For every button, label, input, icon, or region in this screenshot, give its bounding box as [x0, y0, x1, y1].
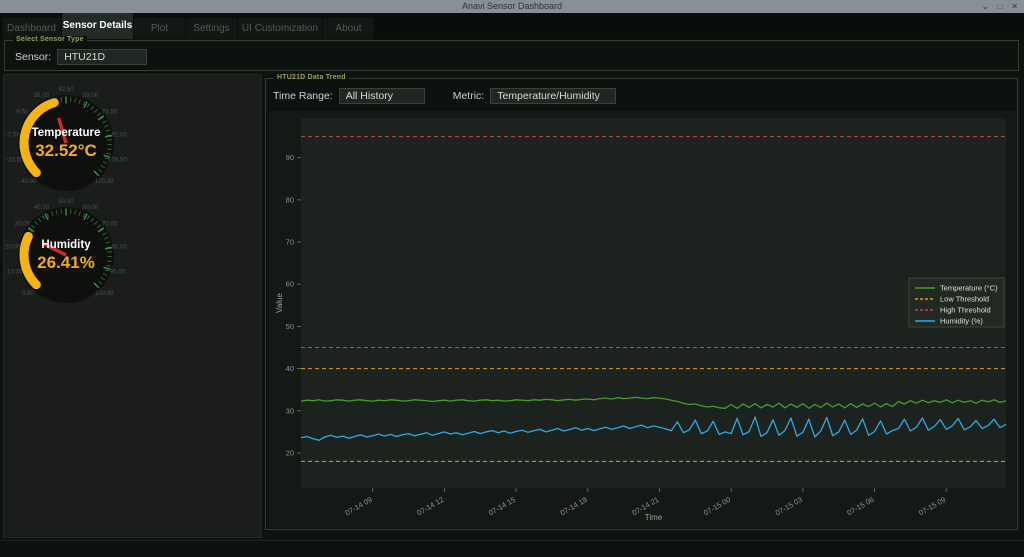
y-tick-label: 40 — [286, 364, 294, 373]
legend-label: High Threshold — [940, 306, 991, 315]
close-icon[interactable]: ✕ — [1011, 0, 1018, 13]
temperature-gauge: -40.00 -23.50 -7.00 9.50 26.00 42.50 59.00 75.5… — [4, 87, 128, 203]
metric-label: Metric: — [453, 90, 485, 102]
y-tick-label: 70 — [286, 238, 294, 247]
y-tick-label: 20 — [286, 448, 294, 457]
gauge-scale-label: 0.00 — [22, 290, 35, 297]
gauge-scale-label: -40.00 — [19, 178, 37, 185]
gauge-scale-label: 30.00 — [15, 220, 31, 227]
gauge-value: 32.52°C — [35, 141, 97, 160]
x-tick-label: 07-15 09 — [917, 495, 947, 518]
gauge-scale-label: -23.50 — [6, 157, 24, 164]
gauge-title: Temperature — [32, 127, 101, 139]
trend-chart: 20 30 40 50 60 70 80 90 Value 07-14 09 07-14 12 07-… — [269, 111, 1016, 528]
x-tick-label: 07-14 15 — [487, 495, 517, 518]
data-trend-title: HTU21D Data Trend — [274, 74, 349, 81]
window-titlebar: Anavi Sensor Dashboard ⌄ □ ✕ — [0, 0, 1024, 13]
minimize-icon[interactable]: ⌄ — [982, 0, 989, 13]
gauge-scale-label: 125.00 — [95, 178, 114, 185]
y-tick-label: 50 — [286, 322, 294, 331]
sensor-select[interactable]: HTU21D — [57, 49, 147, 65]
gauge-scale-label: 90.00 — [110, 269, 126, 276]
x-tick-label: 07-14 12 — [415, 495, 445, 518]
x-tick-label: 07-14 18 — [559, 495, 589, 518]
time-range-label: Time Range: — [273, 90, 333, 102]
metric-select[interactable]: Temperature/Humidity — [490, 88, 616, 104]
plot-area — [301, 118, 1006, 488]
gauge-scale-label: 80.00 — [112, 244, 128, 251]
bottom-strip — [0, 540, 1024, 557]
data-trend-group: HTU21D Data Trend Time Range: All Histor… — [265, 78, 1018, 530]
gauge-scale-label: 50.00 — [58, 198, 74, 205]
gauge-title: Humidity — [41, 239, 91, 251]
tab-bar: DashboardSensor DetailsPlotSettingsUI Cu… — [0, 13, 1024, 39]
legend-label: Humidity (%) — [940, 317, 983, 326]
humidity-gauge: 0.00 10.00 20.00 30.00 40.00 50.00 60.00 70.00 8… — [4, 199, 128, 315]
tab-plot[interactable]: Plot — [134, 18, 186, 39]
gauge-scale-label: -7.00 — [6, 132, 21, 139]
y-tick-label: 60 — [286, 280, 294, 289]
window-title: Anavi Sensor Dashboard — [0, 0, 1024, 13]
gauge-scale-label: 26.00 — [34, 92, 50, 99]
gauge-scale-label: 20.00 — [5, 244, 21, 251]
gauges-panel: -40.00 -23.50 -7.00 9.50 26.00 42.50 59.00 75.5… — [3, 74, 262, 538]
x-tick-label: 07-15 03 — [774, 495, 804, 518]
time-range-select[interactable]: All History — [339, 88, 425, 104]
legend-label: Low Threshold — [940, 295, 989, 304]
tab-about[interactable]: About — [323, 18, 375, 39]
y-axis-label: Value — [275, 293, 284, 313]
select-sensor-type-group: Select Sensor Type Sensor: HTU21D — [4, 40, 1019, 71]
trend-chart-canvas: 20 30 40 50 60 70 80 90 Value 07-14 09 07-14 12 07-… — [269, 111, 1016, 528]
gauge-scale-label: 10.00 — [7, 269, 23, 276]
x-tick-label: 07-15 00 — [702, 495, 732, 518]
window-controls: ⌄ □ ✕ — [982, 0, 1018, 13]
gauge-scale-label: 40.00 — [34, 204, 50, 211]
legend-label: Temperature (°C) — [940, 284, 998, 293]
gauge-scale-label: 42.50 — [58, 86, 74, 93]
x-tick-label: 07-15 06 — [845, 495, 875, 518]
gauge-scale-label: 75.50 — [102, 108, 118, 115]
gauge-scale-label: 100.00 — [95, 290, 114, 297]
x-axis-label: Time — [645, 513, 663, 522]
gauge-scale-label: 70.00 — [102, 220, 118, 227]
gauge-value: 26.41% — [37, 253, 95, 272]
y-tick-label: 30 — [286, 406, 294, 415]
gauge-scale-label: 108.50 — [108, 157, 127, 164]
maximize-icon[interactable]: □ — [997, 0, 1002, 13]
gauge-scale-label: 9.50 — [16, 108, 29, 115]
x-tick-label: 07-14 09 — [344, 495, 374, 518]
select-sensor-type-title: Select Sensor Type — [13, 36, 87, 43]
gauge-scale-label: 60.00 — [83, 204, 99, 211]
gauge-scale-label: 92.00 — [112, 132, 128, 139]
gauge-scale-label: 59.00 — [83, 92, 99, 99]
y-tick-label: 80 — [286, 195, 294, 204]
tab-ui-customization[interactable]: UI Customization — [238, 18, 323, 39]
tab-settings[interactable]: Settings — [186, 18, 238, 39]
y-tick-label: 90 — [286, 153, 294, 162]
sensor-label: Sensor: — [15, 51, 51, 63]
